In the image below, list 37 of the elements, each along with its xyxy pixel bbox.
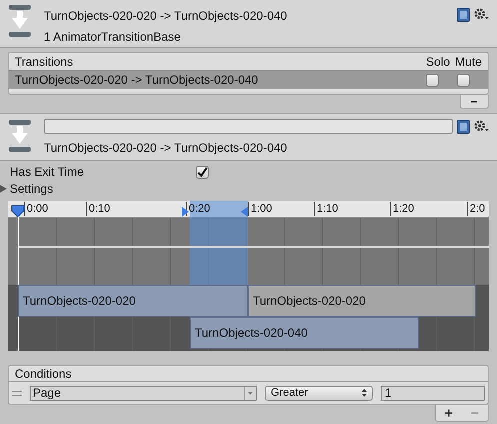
drag-handle-icon[interactable]: [12, 390, 22, 396]
time-label: 1:20: [390, 202, 414, 216]
parameter-dropdown[interactable]: Page: [30, 386, 257, 400]
range-end-marker-icon[interactable]: [241, 207, 248, 217]
remove-button[interactable]: −: [460, 95, 489, 109]
transition-row[interactable]: TurnObjects-020-020 -> TurnObjects-020-040: [9, 70, 488, 89]
mute-checkbox[interactable]: [457, 74, 470, 86]
name-input-field[interactable]: [44, 119, 453, 134]
column-header: Solo: [426, 54, 450, 70]
check-icon: [197, 166, 208, 178]
field-label: Has Exit Time: [10, 164, 86, 181]
dropdown-arrow-icon: [248, 392, 253, 394]
clip-bar[interactable]: TurnObjects-020-040: [190, 317, 419, 349]
time-label: 1:10: [314, 202, 338, 216]
collapsed-arrow-icon[interactable]: [0, 185, 8, 193]
settings-icon[interactable]: [474, 120, 489, 133]
list-header: Transitions: [15, 54, 74, 70]
time-label: 0:10: [86, 202, 110, 216]
time-label: 2:0: [467, 202, 486, 216]
value-input-field[interactable]: 1: [381, 386, 485, 400]
list-header: Conditions: [15, 366, 72, 382]
transition-icon: [8, 4, 32, 38]
exit-time-checkbox[interactable]: [196, 166, 209, 178]
add-button[interactable]: +: [444, 406, 454, 420]
transition-icon: [8, 119, 32, 153]
foldout-label: Settings: [10, 181, 54, 198]
column-header: Mute: [455, 54, 482, 70]
transition-name: TurnObjects-020-020 -> TurnObjects-020-040: [44, 140, 288, 157]
transition-count: 1 AnimatorTransitionBase: [44, 29, 182, 46]
transition-title: TurnObjects-020-020 -> TurnObjects-020-040: [44, 8, 288, 25]
solo-checkbox[interactable]: [426, 74, 439, 86]
settings-icon[interactable]: [474, 8, 489, 21]
operator-dropdown[interactable]: Greater: [265, 386, 373, 400]
stepper-arrows-icon: [362, 389, 367, 397]
time-ruler[interactable]: [8, 201, 489, 218]
clip-bar[interactable]: TurnObjects-020-020: [248, 285, 476, 317]
clip-bar[interactable]: TurnObjects-020-020: [18, 285, 248, 317]
